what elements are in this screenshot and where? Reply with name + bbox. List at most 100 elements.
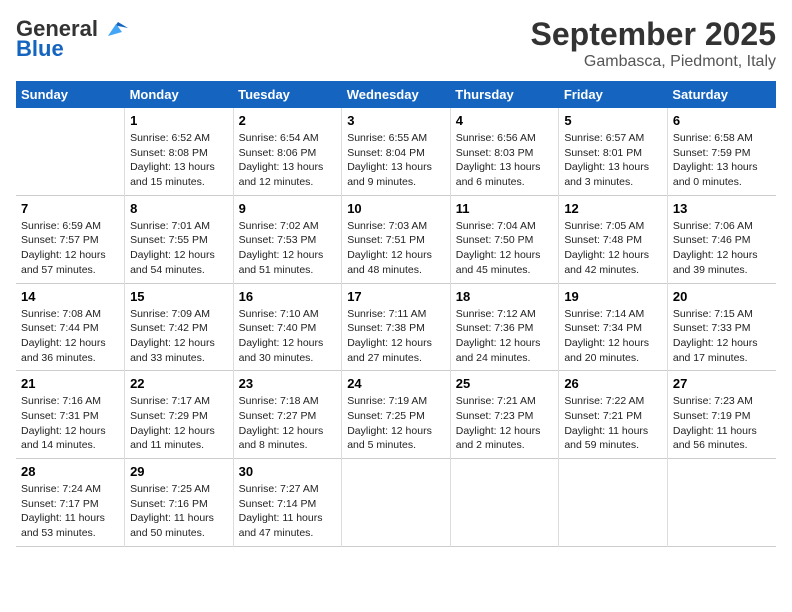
daylight-text: Daylight: 12 hours and 11 minutes. <box>130 424 228 453</box>
day-number: 11 <box>456 201 554 216</box>
calendar-cell: 24Sunrise: 7:19 AMSunset: 7:25 PMDayligh… <box>342 371 451 459</box>
sunset-text: Sunset: 8:04 PM <box>347 146 445 161</box>
day-number: 3 <box>347 113 445 128</box>
daylight-text: Daylight: 11 hours and 47 minutes. <box>239 511 337 540</box>
daylight-text: Daylight: 13 hours and 6 minutes. <box>456 160 554 189</box>
daylight-text: Daylight: 12 hours and 5 minutes. <box>347 424 445 453</box>
daylight-text: Daylight: 11 hours and 50 minutes. <box>130 511 228 540</box>
sunset-text: Sunset: 8:01 PM <box>564 146 662 161</box>
sunset-text: Sunset: 7:16 PM <box>130 497 228 512</box>
sunset-text: Sunset: 8:03 PM <box>456 146 554 161</box>
sunset-text: Sunset: 7:53 PM <box>239 233 337 248</box>
cell-content: Sunrise: 7:18 AMSunset: 7:27 PMDaylight:… <box>239 394 337 453</box>
sunset-text: Sunset: 7:55 PM <box>130 233 228 248</box>
sunrise-text: Sunrise: 7:06 AM <box>673 219 771 234</box>
day-number: 13 <box>673 201 771 216</box>
header-tuesday: Tuesday <box>233 81 342 108</box>
header-monday: Monday <box>125 81 234 108</box>
sunset-text: Sunset: 7:59 PM <box>673 146 771 161</box>
sunset-text: Sunset: 7:44 PM <box>21 321 119 336</box>
cell-content: Sunrise: 7:03 AMSunset: 7:51 PMDaylight:… <box>347 219 445 278</box>
cell-content: Sunrise: 7:12 AMSunset: 7:36 PMDaylight:… <box>456 307 554 366</box>
sunrise-text: Sunrise: 7:24 AM <box>21 482 119 497</box>
day-number: 22 <box>130 376 228 391</box>
sunset-text: Sunset: 7:46 PM <box>673 233 771 248</box>
sunrise-text: Sunrise: 6:59 AM <box>21 219 119 234</box>
calendar-cell: 7 Sunrise: 6:59 AMSunset: 7:57 PMDaylight… <box>16 195 125 283</box>
sunset-text: Sunset: 7:40 PM <box>239 321 337 336</box>
sunset-text: Sunset: 7:27 PM <box>239 409 337 424</box>
sunrise-text: Sunrise: 7:11 AM <box>347 307 445 322</box>
calendar-cell <box>667 459 776 547</box>
day-number: 16 <box>239 289 337 304</box>
calendar-cell: 14 Sunrise: 7:08 AMSunset: 7:44 PMDayligh… <box>16 283 125 371</box>
sunrise-text: Sunrise: 7:12 AM <box>456 307 554 322</box>
calendar-cell <box>559 459 668 547</box>
calendar-table: SundayMondayTuesdayWednesdayThursdayFrid… <box>16 81 776 547</box>
header-saturday: Saturday <box>667 81 776 108</box>
daylight-text: Daylight: 12 hours and 20 minutes. <box>564 336 662 365</box>
cell-content: Sunrise: 7:11 AMSunset: 7:38 PMDaylight:… <box>347 307 445 366</box>
sunset-text: Sunset: 7:25 PM <box>347 409 445 424</box>
cell-content: Sunrise: 7:02 AMSunset: 7:53 PMDaylight:… <box>239 219 337 278</box>
week-row-4: 21Sunrise: 7:16 AMSunset: 7:31 PMDayligh… <box>16 371 776 459</box>
day-number: 9 <box>239 201 337 216</box>
sunrise-text: Sunrise: 6:57 AM <box>564 131 662 146</box>
daylight-text: Daylight: 12 hours and 57 minutes. <box>21 248 119 277</box>
logo-blue: Blue <box>16 36 64 62</box>
daylight-text: Daylight: 12 hours and 33 minutes. <box>130 336 228 365</box>
calendar-cell: 8Sunrise: 7:01 AMSunset: 7:55 PMDaylight… <box>125 195 234 283</box>
daylight-text: Daylight: 12 hours and 39 minutes. <box>673 248 771 277</box>
calendar-cell: 9 Sunrise: 7:02 AMSunset: 7:53 PMDaylight… <box>233 195 342 283</box>
day-number: 14 <box>21 289 119 304</box>
week-row-1: 1Sunrise: 6:52 AMSunset: 8:08 PMDaylight… <box>16 108 776 195</box>
day-number: 6 <box>673 113 771 128</box>
calendar-cell: 28Sunrise: 7:24 AMSunset: 7:17 PMDayligh… <box>16 459 125 547</box>
day-number: 25 <box>456 376 554 391</box>
calendar-cell: 10Sunrise: 7:03 AMSunset: 7:51 PMDayligh… <box>342 195 451 283</box>
cell-content: Sunrise: 6:58 AMSunset: 7:59 PMDaylight:… <box>673 131 771 190</box>
calendar-cell: 3Sunrise: 6:55 AMSunset: 8:04 PMDaylight… <box>342 108 451 195</box>
day-number: 7 <box>21 201 119 216</box>
sunrise-text: Sunrise: 7:25 AM <box>130 482 228 497</box>
daylight-text: Daylight: 13 hours and 12 minutes. <box>239 160 337 189</box>
cell-content: Sunrise: 6:56 AMSunset: 8:03 PMDaylight:… <box>456 131 554 190</box>
daylight-text: Daylight: 13 hours and 0 minutes. <box>673 160 771 189</box>
daylight-text: Daylight: 11 hours and 56 minutes. <box>673 424 771 453</box>
calendar-cell: 4Sunrise: 6:56 AMSunset: 8:03 PMDaylight… <box>450 108 559 195</box>
cell-content: Sunrise: 7:19 AMSunset: 7:25 PMDaylight:… <box>347 394 445 453</box>
daylight-text: Daylight: 12 hours and 27 minutes. <box>347 336 445 365</box>
calendar-cell: 13 Sunrise: 7:06 AMSunset: 7:46 PMDayligh… <box>667 195 776 283</box>
daylight-text: Daylight: 13 hours and 15 minutes. <box>130 160 228 189</box>
sunset-text: Sunset: 7:29 PM <box>130 409 228 424</box>
sunrise-text: Sunrise: 6:56 AM <box>456 131 554 146</box>
week-row-5: 28Sunrise: 7:24 AMSunset: 7:17 PMDayligh… <box>16 459 776 547</box>
sunset-text: Sunset: 7:21 PM <box>564 409 662 424</box>
calendar-cell: 17Sunrise: 7:11 AMSunset: 7:38 PMDayligh… <box>342 283 451 371</box>
cell-content: Sunrise: 7:08 AMSunset: 7:44 PMDaylight:… <box>21 307 119 366</box>
sunset-text: Sunset: 7:33 PM <box>673 321 771 336</box>
cell-content: Sunrise: 6:54 AMSunset: 8:06 PMDaylight:… <box>239 131 337 190</box>
day-number: 12 <box>564 201 662 216</box>
cell-content: Sunrise: 6:52 AMSunset: 8:08 PMDaylight:… <box>130 131 228 190</box>
cell-content: Sunrise: 7:09 AMSunset: 7:42 PMDaylight:… <box>130 307 228 366</box>
calendar-cell: 18Sunrise: 7:12 AMSunset: 7:36 PMDayligh… <box>450 283 559 371</box>
sunrise-text: Sunrise: 6:54 AM <box>239 131 337 146</box>
cell-content: Sunrise: 7:16 AMSunset: 7:31 PMDaylight:… <box>21 394 119 453</box>
calendar-cell: 25Sunrise: 7:21 AMSunset: 7:23 PMDayligh… <box>450 371 559 459</box>
sunrise-text: Sunrise: 7:10 AM <box>239 307 337 322</box>
logo: General Blue <box>16 16 130 62</box>
sunset-text: Sunset: 7:57 PM <box>21 233 119 248</box>
cell-content: Sunrise: 7:15 AMSunset: 7:33 PMDaylight:… <box>673 307 771 366</box>
header-sunday: Sunday <box>16 81 125 108</box>
sunrise-text: Sunrise: 6:58 AM <box>673 131 771 146</box>
calendar-cell: 19Sunrise: 7:14 AMSunset: 7:34 PMDayligh… <box>559 283 668 371</box>
sunrise-text: Sunrise: 7:22 AM <box>564 394 662 409</box>
sunrise-text: Sunrise: 6:52 AM <box>130 131 228 146</box>
calendar-cell: 11Sunrise: 7:04 AMSunset: 7:50 PMDayligh… <box>450 195 559 283</box>
title-block: September 2025 Gambasca, Piedmont, Italy <box>531 16 776 71</box>
calendar-cell: 22 Sunrise: 7:17 AMSunset: 7:29 PMDayligh… <box>125 371 234 459</box>
cell-content: Sunrise: 7:17 AMSunset: 7:29 PMDaylight:… <box>130 394 228 453</box>
daylight-text: Daylight: 12 hours and 14 minutes. <box>21 424 119 453</box>
day-number: 15 <box>130 289 228 304</box>
